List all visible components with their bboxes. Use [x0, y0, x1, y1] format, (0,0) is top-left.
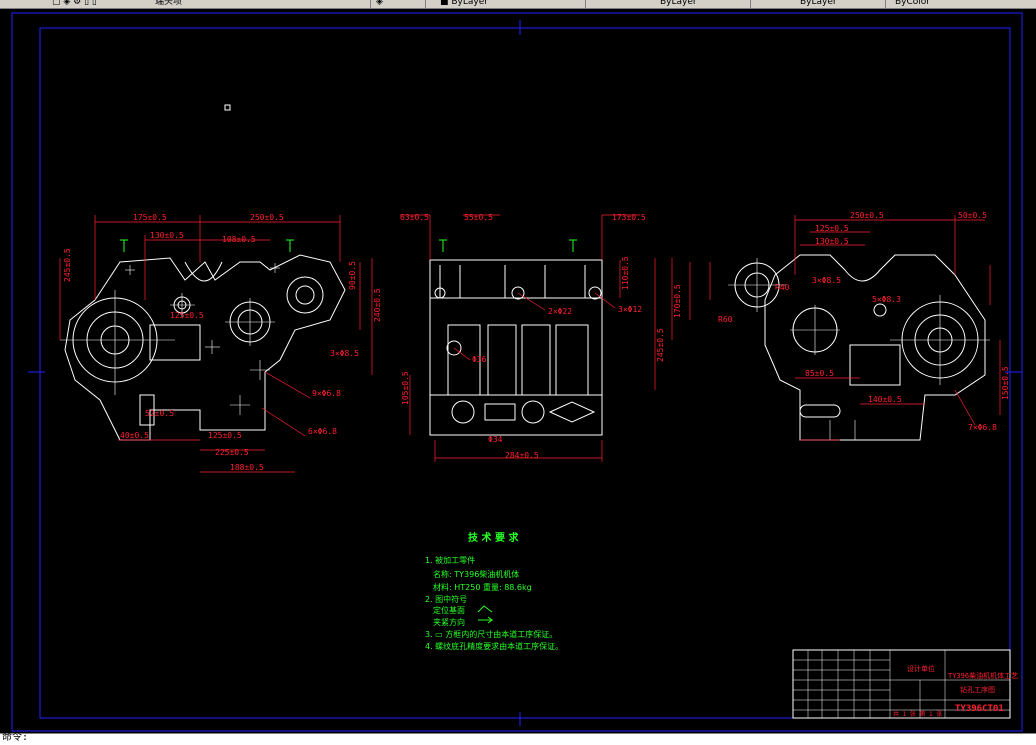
- dim-text: 6×Φ6.8: [308, 427, 337, 436]
- locating-symbol: [477, 605, 493, 613]
- dim-text: 40±0.5: [120, 431, 149, 440]
- drawing-canvas[interactable]: 175±0.5 250±0.5 130±0.5 108±0.5 125±0.5 …: [0, 9, 1036, 733]
- dim-text: 90±0.5: [348, 261, 357, 290]
- tech-line: 材料: HT250 重量: 88.6kg: [433, 582, 532, 592]
- dim-text: 55±0.5: [464, 213, 493, 222]
- dim-text: 175±0.5: [133, 213, 167, 222]
- tech-line: 名称: TY396柴油机机体: [433, 569, 519, 579]
- view-left-centerlines: [60, 263, 280, 415]
- command-prompt: 命令:: [2, 732, 29, 743]
- dim-text: 284±0.5: [505, 451, 539, 460]
- lineweight-dropdown[interactable]: ByLayer: [800, 0, 837, 8]
- dim-text: R40: [775, 283, 790, 292]
- dim-text: 7×Φ6.8: [968, 423, 997, 432]
- dim-text: 108±0.5: [222, 235, 256, 244]
- dim-text: 50±0.5: [958, 211, 987, 220]
- view-middle-clamp-symbols: [439, 239, 577, 252]
- dim-text: 105±0.5: [401, 371, 410, 405]
- plotstyle-dropdown[interactable]: ByColor: [895, 0, 930, 8]
- tech-line: 3. ▭ 方框内的尺寸由本道工序保证。: [425, 629, 557, 639]
- view-right: [734, 254, 986, 441]
- view-middle: [429, 259, 603, 436]
- dim-text: 52±0.5: [145, 409, 174, 418]
- dim-text: 3×Φ8.5: [330, 349, 359, 358]
- dim-text: 250±0.5: [250, 213, 284, 222]
- dim-text: 150±0.5: [1001, 366, 1010, 400]
- view-middle-dimension-lines: [400, 214, 640, 462]
- dim-text: 9×Φ6.8: [312, 389, 341, 398]
- dim-text: 170±0.5: [673, 284, 682, 318]
- layer-tool-icon[interactable]: ◈: [376, 0, 383, 8]
- tb-name-1: TY396柴油机机体工艺: [948, 671, 1018, 680]
- title-block: 设计单位 TY396柴油机机体工艺 钻孔工序图 TY396CT01 共 1 张 …: [792, 649, 1018, 719]
- view-left: [64, 254, 346, 441]
- dim-text: 3×Φ12: [618, 305, 642, 314]
- tech-line: 夹紧方向: [433, 617, 465, 627]
- dim-text: 130±0.5: [150, 231, 184, 240]
- dim-text: 188±0.5: [230, 463, 264, 472]
- dim-text: 2×Φ22: [548, 307, 572, 316]
- dim-text: Φ34: [488, 435, 503, 444]
- dim-text: 85±0.5: [805, 369, 834, 378]
- dim-text: 250±0.5: [850, 211, 884, 220]
- dim-text: 130±0.5: [815, 237, 849, 246]
- inner-drawing-frame: [39, 27, 1011, 719]
- dim-text: 125±0.5: [170, 311, 204, 320]
- view-left-clamp-symbols: [120, 239, 294, 252]
- dim-text: 110±0.5: [621, 256, 630, 290]
- tech-line: 2. 图中符号: [425, 594, 467, 604]
- dim-text: Φ36: [472, 355, 487, 364]
- dim-text: 63±0.5: [400, 213, 429, 222]
- tech-line: 4. 螺纹底孔精度要求由本道工序保证。: [425, 641, 563, 651]
- dim-text: R60: [718, 315, 733, 324]
- properties-toolbar: ▢ ◈ ⚙ ▯ ▯ 端头项 ◈ ■ ByLayer ByLayer ByLaye…: [0, 0, 1036, 9]
- view-middle-dimension-text: 63±0.5 55±0.5 173±0.5 110±0.5 2×Φ22 3×Φ1…: [400, 213, 646, 460]
- dim-text: 173±0.5: [612, 213, 646, 222]
- color-dropdown[interactable]: ■ ByLayer: [440, 0, 488, 8]
- cad-drawing: 175±0.5 250±0.5 130±0.5 108±0.5 125±0.5 …: [11, 12, 1023, 732]
- view-right-centerlines: [728, 258, 990, 440]
- command-line[interactable]: 命令:: [0, 732, 1036, 745]
- dim-text: 140±0.5: [868, 395, 902, 404]
- tb-name-2: 钻孔工序图: [960, 685, 995, 694]
- dim-text: 125±0.5: [208, 431, 242, 440]
- layer-dropdown[interactable]: 端头项: [155, 0, 182, 8]
- tb-company: 设计单位: [907, 664, 935, 673]
- dim-text: 245±0.5: [63, 248, 72, 282]
- tech-title: 技 术 要 求: [468, 531, 519, 544]
- tb-sheet: 共 1 张 第 1 张: [893, 710, 942, 718]
- tech-line: 1. 被加工零件: [425, 555, 475, 565]
- dim-text: 245±0.5: [656, 328, 665, 362]
- tb-drawing-no: TY396CT01: [955, 704, 1004, 714]
- tech-line: 定位基面: [433, 605, 465, 615]
- dim-text: 5×Φ8.3: [872, 295, 901, 304]
- dim-text: 3×Φ8.5: [812, 276, 841, 285]
- dim-text: 240±0.5: [373, 288, 382, 322]
- view-left-dimension-text: 175±0.5 250±0.5 130±0.5 108±0.5 125±0.5 …: [63, 213, 382, 472]
- view-right-dimension-lines: [654, 215, 1001, 441]
- outer-sheet-border: [11, 12, 1023, 732]
- toolbar-icons[interactable]: ▢ ◈ ⚙ ▯ ▯: [52, 0, 97, 8]
- dim-text: 225±0.5: [215, 448, 249, 457]
- clamping-symbol: [478, 616, 494, 624]
- pickbox-cursor: [224, 104, 231, 111]
- technical-requirements: 技 术 要 求 1. 被加工零件 名称: TY396柴油机机体 材料: HT25…: [425, 531, 563, 651]
- linetype-dropdown[interactable]: ByLayer: [660, 0, 697, 8]
- dim-text: 125±0.5: [815, 224, 849, 233]
